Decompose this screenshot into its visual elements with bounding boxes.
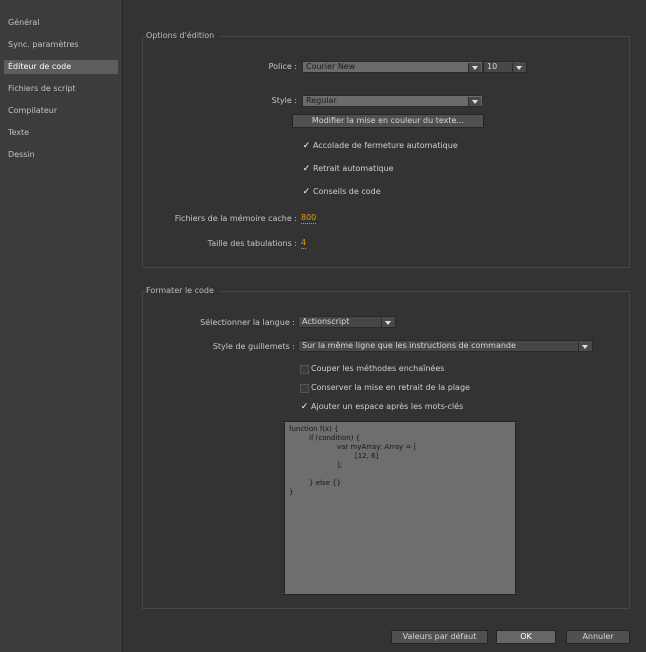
format-code-title: Formater le code xyxy=(146,286,220,295)
keep-indent-checkbox[interactable]: Conserver la mise en retrait de la plage xyxy=(300,382,470,394)
sidebar-item-drawing[interactable]: Dessin xyxy=(4,148,118,162)
language-label: Sélectionner la langue : xyxy=(200,318,295,327)
brace-style-value: Sur la même ligne que les instructions d… xyxy=(302,341,516,350)
chevron-down-icon xyxy=(578,342,591,351)
chevron-down-icon xyxy=(468,63,481,72)
font-select-value: Courier New xyxy=(306,62,356,71)
cancel-button[interactable]: Annuler xyxy=(566,630,630,644)
chevron-down-icon xyxy=(468,97,481,106)
code-line: ]; xyxy=(337,461,343,469)
checkmark-icon: ✓ xyxy=(302,140,311,151)
sidebar-item-compiler[interactable]: Compilateur xyxy=(4,104,118,118)
sidebar-item-text[interactable]: Texte xyxy=(4,126,118,140)
font-size-value: 10 xyxy=(487,62,498,71)
language-select[interactable]: Actionscript xyxy=(298,316,396,328)
code-line: var myArray: Array = [ xyxy=(337,443,417,451)
style-select[interactable]: Regular xyxy=(302,95,483,107)
checkmark-icon: ✓ xyxy=(300,401,309,412)
editing-options-title: Options d'édition xyxy=(146,31,221,40)
code-hints-label: Conseils de code xyxy=(313,187,381,196)
brace-style-label: Style de guillemets : xyxy=(212,342,295,351)
brace-style-select[interactable]: Sur la même ligne que les instructions d… xyxy=(298,340,593,352)
chevron-down-icon xyxy=(381,318,394,327)
font-select[interactable]: Courier New xyxy=(302,61,483,73)
checkmark-icon: ✓ xyxy=(302,186,311,197)
sidebar: Général Sync. paramètres Éditeur de code… xyxy=(0,0,123,652)
checkbox-empty-icon xyxy=(300,364,309,374)
defaults-button[interactable]: Valeurs par défaut xyxy=(391,630,488,644)
font-size-select[interactable]: 10 xyxy=(483,61,527,73)
code-line: [12, 6] xyxy=(355,452,379,460)
font-label: Police : xyxy=(268,62,297,71)
checkmark-icon: ✓ xyxy=(302,163,311,174)
code-preview: function f(x) { if (condition) { var myA… xyxy=(284,421,516,595)
code-line: } xyxy=(289,488,294,496)
chevron-down-icon xyxy=(512,63,525,72)
space-after-keywords-label: Ajouter un espace après les mots-clés xyxy=(311,402,464,411)
auto-close-brace-label: Accolade de fermeture automatique xyxy=(313,141,458,150)
auto-indent-checkbox[interactable]: ✓ Retrait automatique xyxy=(302,163,394,175)
code-line: if (condition) { xyxy=(309,434,361,442)
text-color-button[interactable]: Modifier la mise en couleur du texte... xyxy=(292,114,484,128)
space-after-keywords-checkbox[interactable]: ✓ Ajouter un espace après les mots-clés xyxy=(300,401,464,413)
auto-indent-label: Retrait automatique xyxy=(313,164,394,173)
sidebar-item-code-editor[interactable]: Éditeur de code xyxy=(4,60,118,74)
code-hints-checkbox[interactable]: ✓ Conseils de code xyxy=(302,186,381,198)
keep-indent-label: Conserver la mise en retrait de la plage xyxy=(311,383,470,392)
sidebar-item-general[interactable]: Général xyxy=(4,16,118,30)
ok-button[interactable]: OK xyxy=(496,630,556,644)
code-line: } else {} xyxy=(309,479,342,487)
tab-size-value[interactable]: 4 xyxy=(301,238,307,249)
split-chained-methods-label: Couper les méthodes enchaînées xyxy=(311,364,445,373)
language-select-value: Actionscript xyxy=(302,317,350,326)
auto-close-brace-checkbox[interactable]: ✓ Accolade de fermeture automatique xyxy=(302,140,458,152)
code-line: function f(x) { xyxy=(289,425,339,433)
tab-size-label: Taille des tabulations : xyxy=(207,239,297,248)
cache-files-value[interactable]: 800 xyxy=(301,213,317,224)
sidebar-item-script-files[interactable]: Fichiers de script xyxy=(4,82,118,96)
split-chained-methods-checkbox[interactable]: Couper les méthodes enchaînées xyxy=(300,363,444,375)
checkbox-empty-icon xyxy=(300,383,309,393)
sidebar-item-sync[interactable]: Sync. paramètres xyxy=(4,38,118,52)
style-select-value: Regular xyxy=(306,96,337,105)
style-label: Style : xyxy=(271,96,297,105)
cache-files-label: Fichiers de la mémoire cache : xyxy=(174,214,297,223)
